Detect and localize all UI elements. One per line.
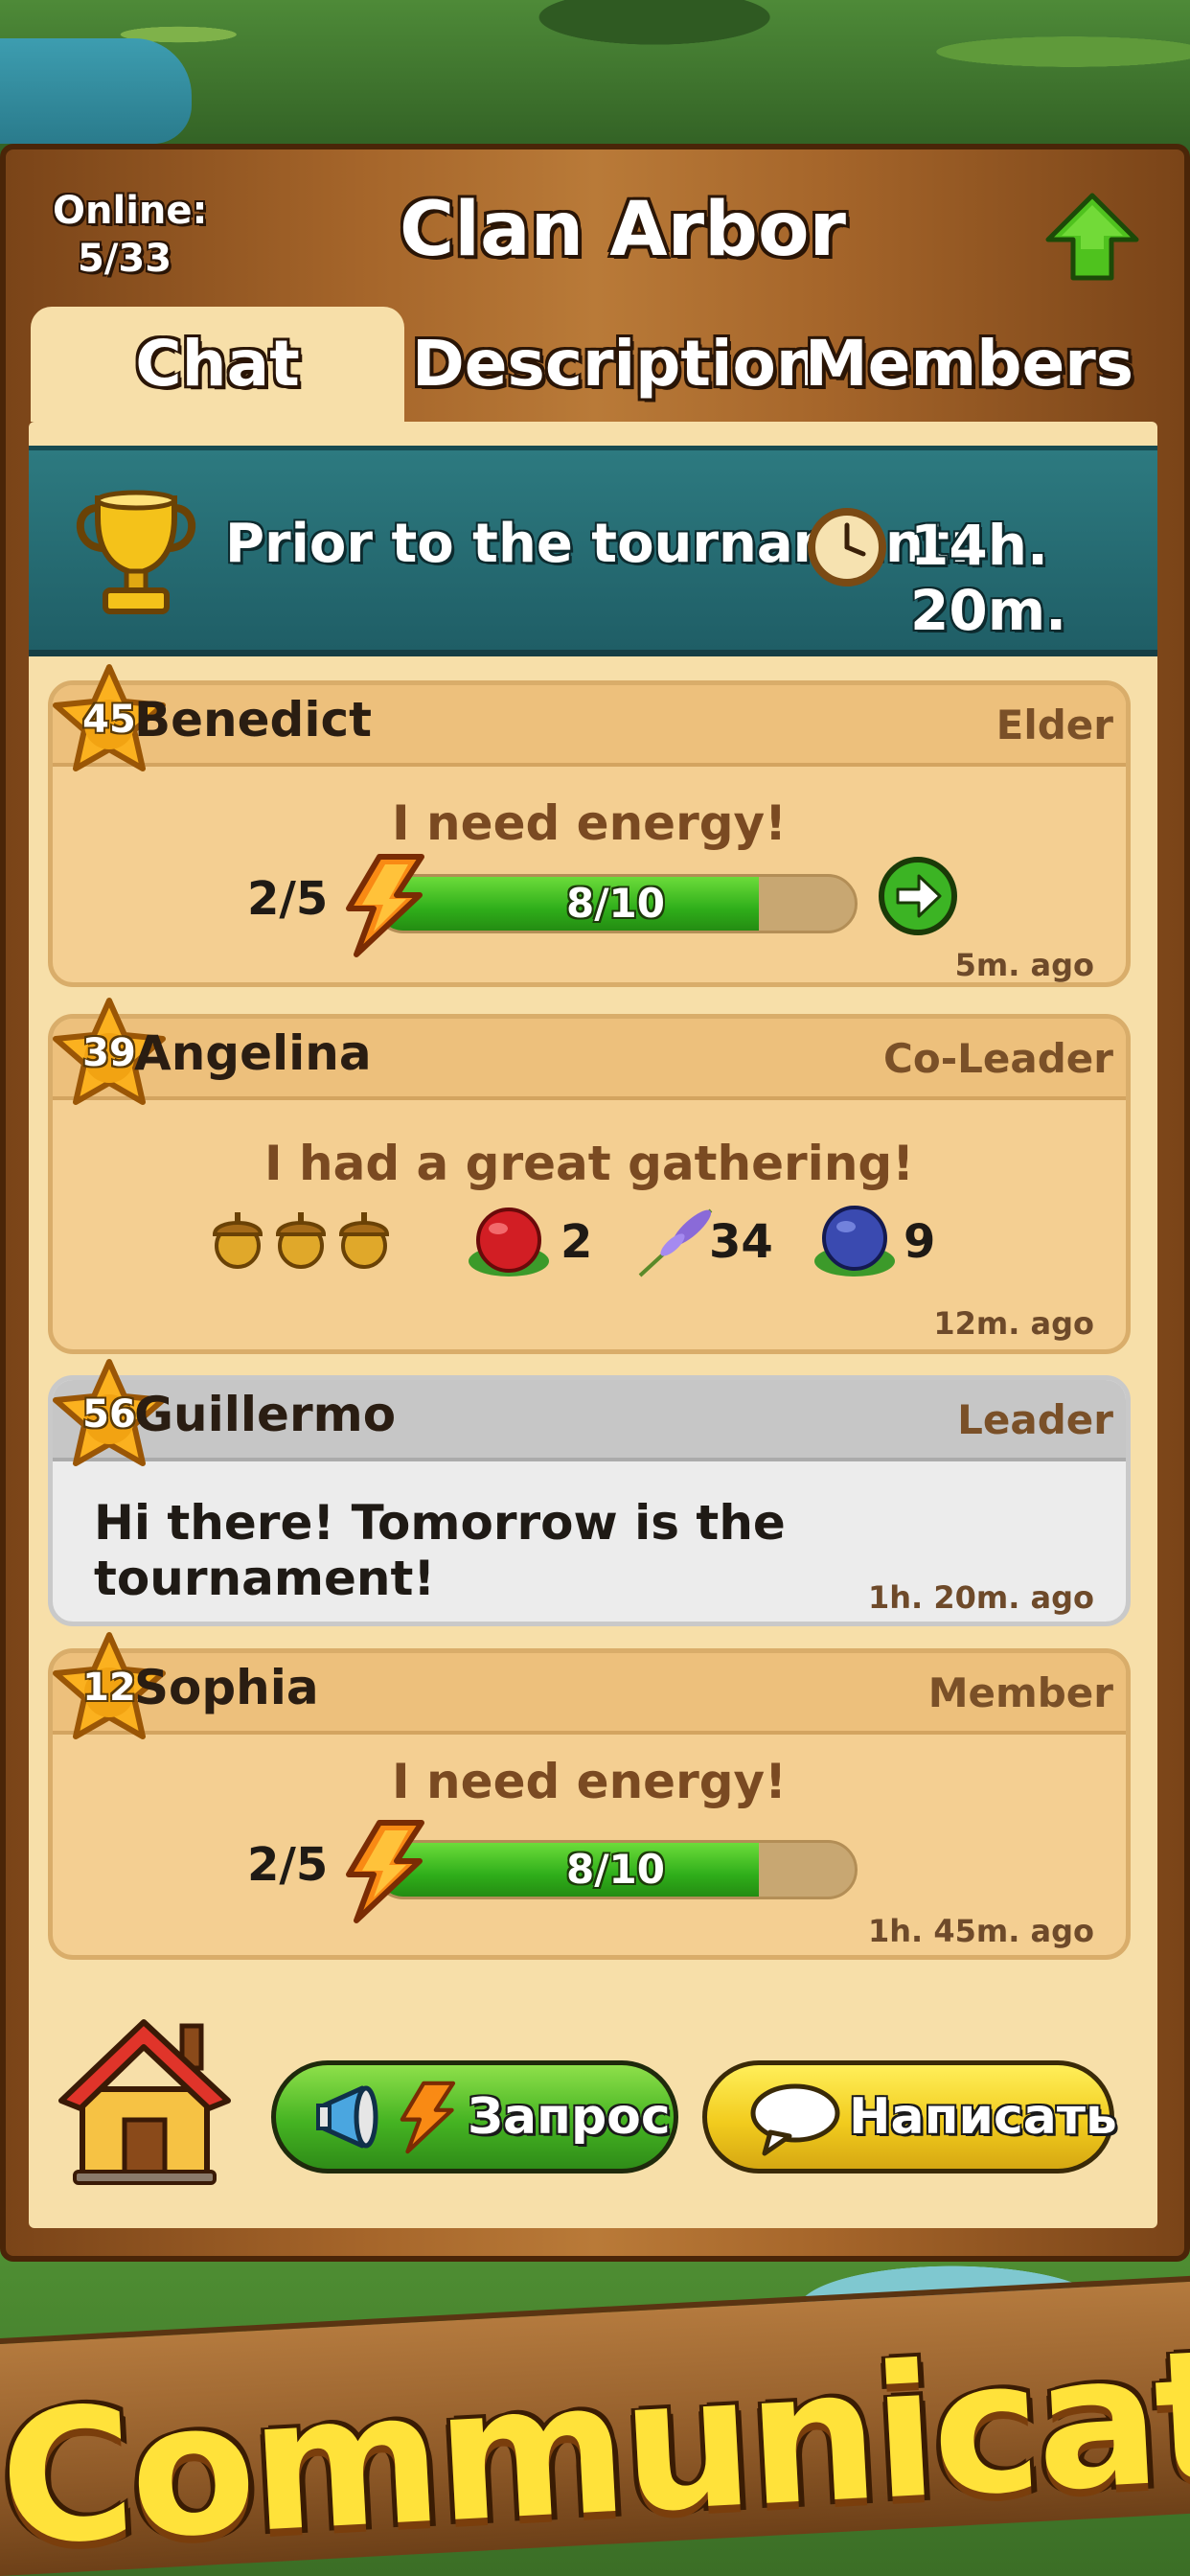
arrow-right-icon[interactable] (877, 855, 959, 937)
tab-chat[interactable]: Chat (31, 307, 404, 422)
write-button-label: Написать (849, 2088, 1117, 2146)
blueberry-count: 9 (904, 1215, 936, 1269)
sender-name: Guillermo (134, 1387, 397, 1442)
message-timestamp: 1h. 45m. ago (868, 1913, 1094, 1949)
message-timestamp: 5m. ago (954, 947, 1094, 983)
online-count: 5/33 (77, 237, 172, 281)
lavender-icon (638, 1208, 713, 1277)
tab-description[interactable]: Description (412, 307, 821, 422)
request-count: 2/5 (247, 1838, 329, 1892)
acorn-icon (338, 1212, 390, 1269)
message-timestamp: 12m. ago (933, 1305, 1094, 1342)
message-timestamp: 1h. 20m. ago (868, 1579, 1094, 1616)
house-icon[interactable] (56, 2012, 233, 2185)
message-text: I need energy! (392, 795, 787, 851)
clan-title: Clan Arbor (399, 187, 847, 273)
tournament-countdown: 14h. 20m. (910, 513, 1067, 643)
energy-value: 8/10 (565, 880, 665, 927)
sender-name: Benedict (134, 692, 372, 748)
lightning-icon (400, 2081, 456, 2154)
up-arrow-icon[interactable] (1044, 192, 1140, 283)
sender-name: Angelina (134, 1025, 372, 1081)
message-text: I had a great gathering! (263, 1136, 915, 1191)
write-button[interactable]: Написать (702, 2060, 1117, 2174)
online-label: Online: (53, 189, 208, 233)
sender-role: Elder (995, 702, 1113, 748)
request-count: 2/5 (247, 872, 329, 926)
online-status: Online: 5/33 (53, 187, 208, 283)
speech-bubble-icon (750, 2083, 840, 2156)
lavender-count: 34 (709, 1215, 773, 1269)
sender-role: Leader (957, 1396, 1113, 1443)
trophy-icon (76, 490, 196, 614)
pond-background (0, 38, 192, 144)
sender-role: Member (927, 1669, 1113, 1716)
tab-members[interactable]: Members (805, 307, 1133, 422)
clock-icon (808, 508, 886, 586)
acorn-icon (275, 1212, 327, 1269)
megaphone-icon (316, 2085, 378, 2149)
acorn-icon (212, 1212, 263, 1269)
request-button[interactable]: Запрос (271, 2060, 678, 2174)
cranberry-count: 2 (561, 1215, 593, 1269)
cranberry-icon (469, 1208, 549, 1276)
sender-name: Sophia (134, 1660, 319, 1715)
request-button-label: Запрос (468, 2088, 671, 2146)
blueberry-icon (814, 1206, 895, 1276)
sender-role: Co-Leader (883, 1035, 1113, 1082)
energy-value: 8/10 (565, 1846, 665, 1893)
message-text: I need energy! (392, 1754, 787, 1809)
